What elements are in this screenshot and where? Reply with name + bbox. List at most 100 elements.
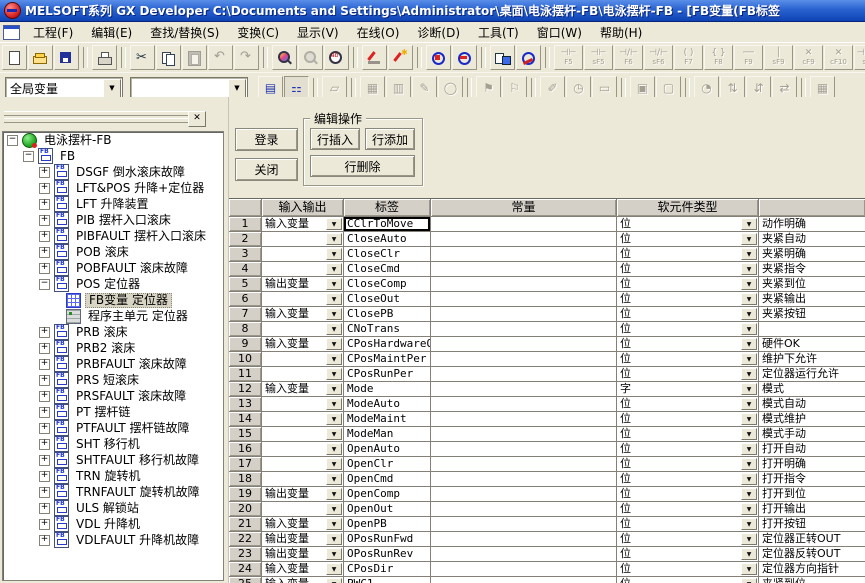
io-dropdown-button[interactable]: ▼ [326, 533, 342, 545]
tree-item[interactable]: +LFT&POS 升降+定位器 [3, 180, 223, 196]
io-type-cell[interactable]: ▼ [262, 367, 344, 382]
print-button[interactable] [92, 45, 117, 70]
constant-cell[interactable] [431, 307, 617, 322]
label-cell[interactable]: CPosDir [344, 562, 431, 577]
row-number-cell[interactable]: 17 [229, 457, 262, 472]
tree-item[interactable]: −电泳摆杆-FB [3, 132, 223, 148]
close-button[interactable]: 关闭 [235, 158, 298, 181]
label-cell[interactable]: CClrToMove [344, 217, 431, 232]
comment-cell[interactable]: 模式手动 [759, 427, 865, 442]
label-cell[interactable]: CPosMaintPer [344, 352, 431, 367]
io-dropdown-button[interactable]: ▼ [326, 323, 342, 335]
io-type-cell[interactable]: ▼ [262, 322, 344, 337]
constant-cell[interactable] [431, 487, 617, 502]
label-cell[interactable]: OpenCmd [344, 472, 431, 487]
copy-button[interactable] [156, 45, 181, 70]
menu-item[interactable]: 工程(F) [24, 22, 82, 43]
comment-cell[interactable]: 定位器运行允许 [759, 367, 865, 382]
io-type-cell[interactable]: 输入变量▼ [262, 517, 344, 532]
mdi-child-icon[interactable] [3, 25, 20, 40]
tree-item[interactable]: +ULS 解锁站 [3, 500, 223, 516]
column-header[interactable]: 常量 [431, 199, 617, 217]
constant-cell[interactable] [431, 247, 617, 262]
dock-grip[interactable]: ✕ [4, 111, 222, 127]
type-dropdown-button[interactable]: ▼ [741, 308, 757, 320]
constant-cell[interactable] [431, 352, 617, 367]
constant-cell[interactable] [431, 382, 617, 397]
comment-cell[interactable]: 夹紧自动 [759, 232, 865, 247]
tree-item[interactable]: +SHTFAULT 移行机故障 [3, 452, 223, 468]
io-type-cell[interactable]: 输出变量▼ [262, 487, 344, 502]
label-cell[interactable]: ModeAuto [344, 397, 431, 412]
label-cell[interactable]: CPosHardwareOk [344, 337, 431, 352]
io-dropdown-button[interactable]: ▼ [326, 413, 342, 425]
constant-cell[interactable] [431, 232, 617, 247]
constant-cell[interactable] [431, 217, 617, 232]
tree-expand-toggle[interactable]: + [39, 327, 50, 338]
tree-item[interactable]: +VDLFAULT 升降机故障 [3, 532, 223, 548]
open-project-button[interactable] [28, 45, 53, 70]
io-type-cell[interactable]: ▼ [262, 472, 344, 487]
tree-item[interactable]: +PRB2 滚床 [3, 340, 223, 356]
transfer-setup-button[interactable] [490, 45, 515, 70]
row-number-cell[interactable]: 10 [229, 352, 262, 367]
constant-cell[interactable] [431, 322, 617, 337]
label-cell[interactable]: OpenComp [344, 487, 431, 502]
row-number-cell[interactable]: 12 [229, 382, 262, 397]
column-header[interactable]: 软元件类型 [617, 199, 759, 217]
device-type-cell[interactable]: 位▼ [617, 532, 759, 547]
type-dropdown-button[interactable]: ▼ [741, 518, 757, 530]
io-dropdown-button[interactable]: ▼ [326, 548, 342, 560]
tree-expand-toggle[interactable]: + [39, 263, 50, 274]
cut-button[interactable] [130, 45, 155, 70]
column-header[interactable] [229, 199, 262, 217]
row-number-cell[interactable]: 24 [229, 562, 262, 577]
constant-cell[interactable] [431, 442, 617, 457]
tree-item[interactable]: +DSGF 倒水滚床故障 [3, 164, 223, 180]
constant-cell[interactable] [431, 337, 617, 352]
tree-item[interactable]: +PRBFAULT 滚床故障 [3, 356, 223, 372]
tree-item[interactable]: +PIBFAULT 摆杆入口滚床 [3, 228, 223, 244]
type-dropdown-button[interactable]: ▼ [741, 383, 757, 395]
device-type-cell[interactable]: 位▼ [617, 232, 759, 247]
constant-cell[interactable] [431, 412, 617, 427]
tree-expand-toggle[interactable]: + [39, 247, 50, 258]
menu-item[interactable]: 工具(T) [469, 22, 528, 43]
ladder-logic-test-button[interactable] [516, 45, 541, 70]
label-cell[interactable]: CloseClr [344, 247, 431, 262]
device-type-cell[interactable]: 位▼ [617, 577, 759, 583]
comment-cell[interactable]: 定位器方向指针 [759, 562, 865, 577]
row-number-cell[interactable]: 1 [229, 217, 262, 232]
row-number-cell[interactable]: 13 [229, 397, 262, 412]
io-type-cell[interactable]: 输入变量▼ [262, 337, 344, 352]
tree-expand-toggle[interactable]: + [39, 455, 50, 466]
tree-item[interactable]: +POBFAULT 滚床故障 [3, 260, 223, 276]
io-dropdown-button[interactable]: ▼ [326, 518, 342, 530]
tree-expand-toggle[interactable]: + [39, 359, 50, 370]
io-dropdown-button[interactable]: ▼ [326, 308, 342, 320]
label-cell[interactable]: OPosRunFwd [344, 532, 431, 547]
write-mode-button[interactable] [362, 45, 387, 70]
row-number-cell[interactable]: 4 [229, 262, 262, 277]
row-number-cell[interactable]: 8 [229, 322, 262, 337]
io-dropdown-button[interactable]: ▼ [326, 233, 342, 245]
tree-expand-toggle[interactable]: + [39, 391, 50, 402]
comment-cell[interactable] [759, 322, 865, 337]
row-number-cell[interactable]: 9 [229, 337, 262, 352]
label-cell[interactable]: OpenClr [344, 457, 431, 472]
close-icon[interactable]: ✕ [188, 111, 206, 127]
tree-item[interactable]: +VDL 升降机 [3, 516, 223, 532]
device-type-cell[interactable]: 位▼ [617, 442, 759, 457]
column-header[interactable] [759, 199, 865, 217]
io-dropdown-button[interactable]: ▼ [326, 293, 342, 305]
menu-item[interactable]: 窗口(W) [528, 22, 591, 43]
comment-cell[interactable]: 打开指令 [759, 472, 865, 487]
tree-expand-toggle[interactable]: − [39, 279, 50, 290]
comment-cell[interactable]: 动作明确 [759, 217, 865, 232]
find-button[interactable] [272, 45, 297, 70]
device-type-cell[interactable]: 字▼ [617, 382, 759, 397]
constant-cell[interactable] [431, 532, 617, 547]
label-cell[interactable]: CloseCmd [344, 262, 431, 277]
type-dropdown-button[interactable]: ▼ [741, 443, 757, 455]
io-type-cell[interactable]: ▼ [262, 262, 344, 277]
